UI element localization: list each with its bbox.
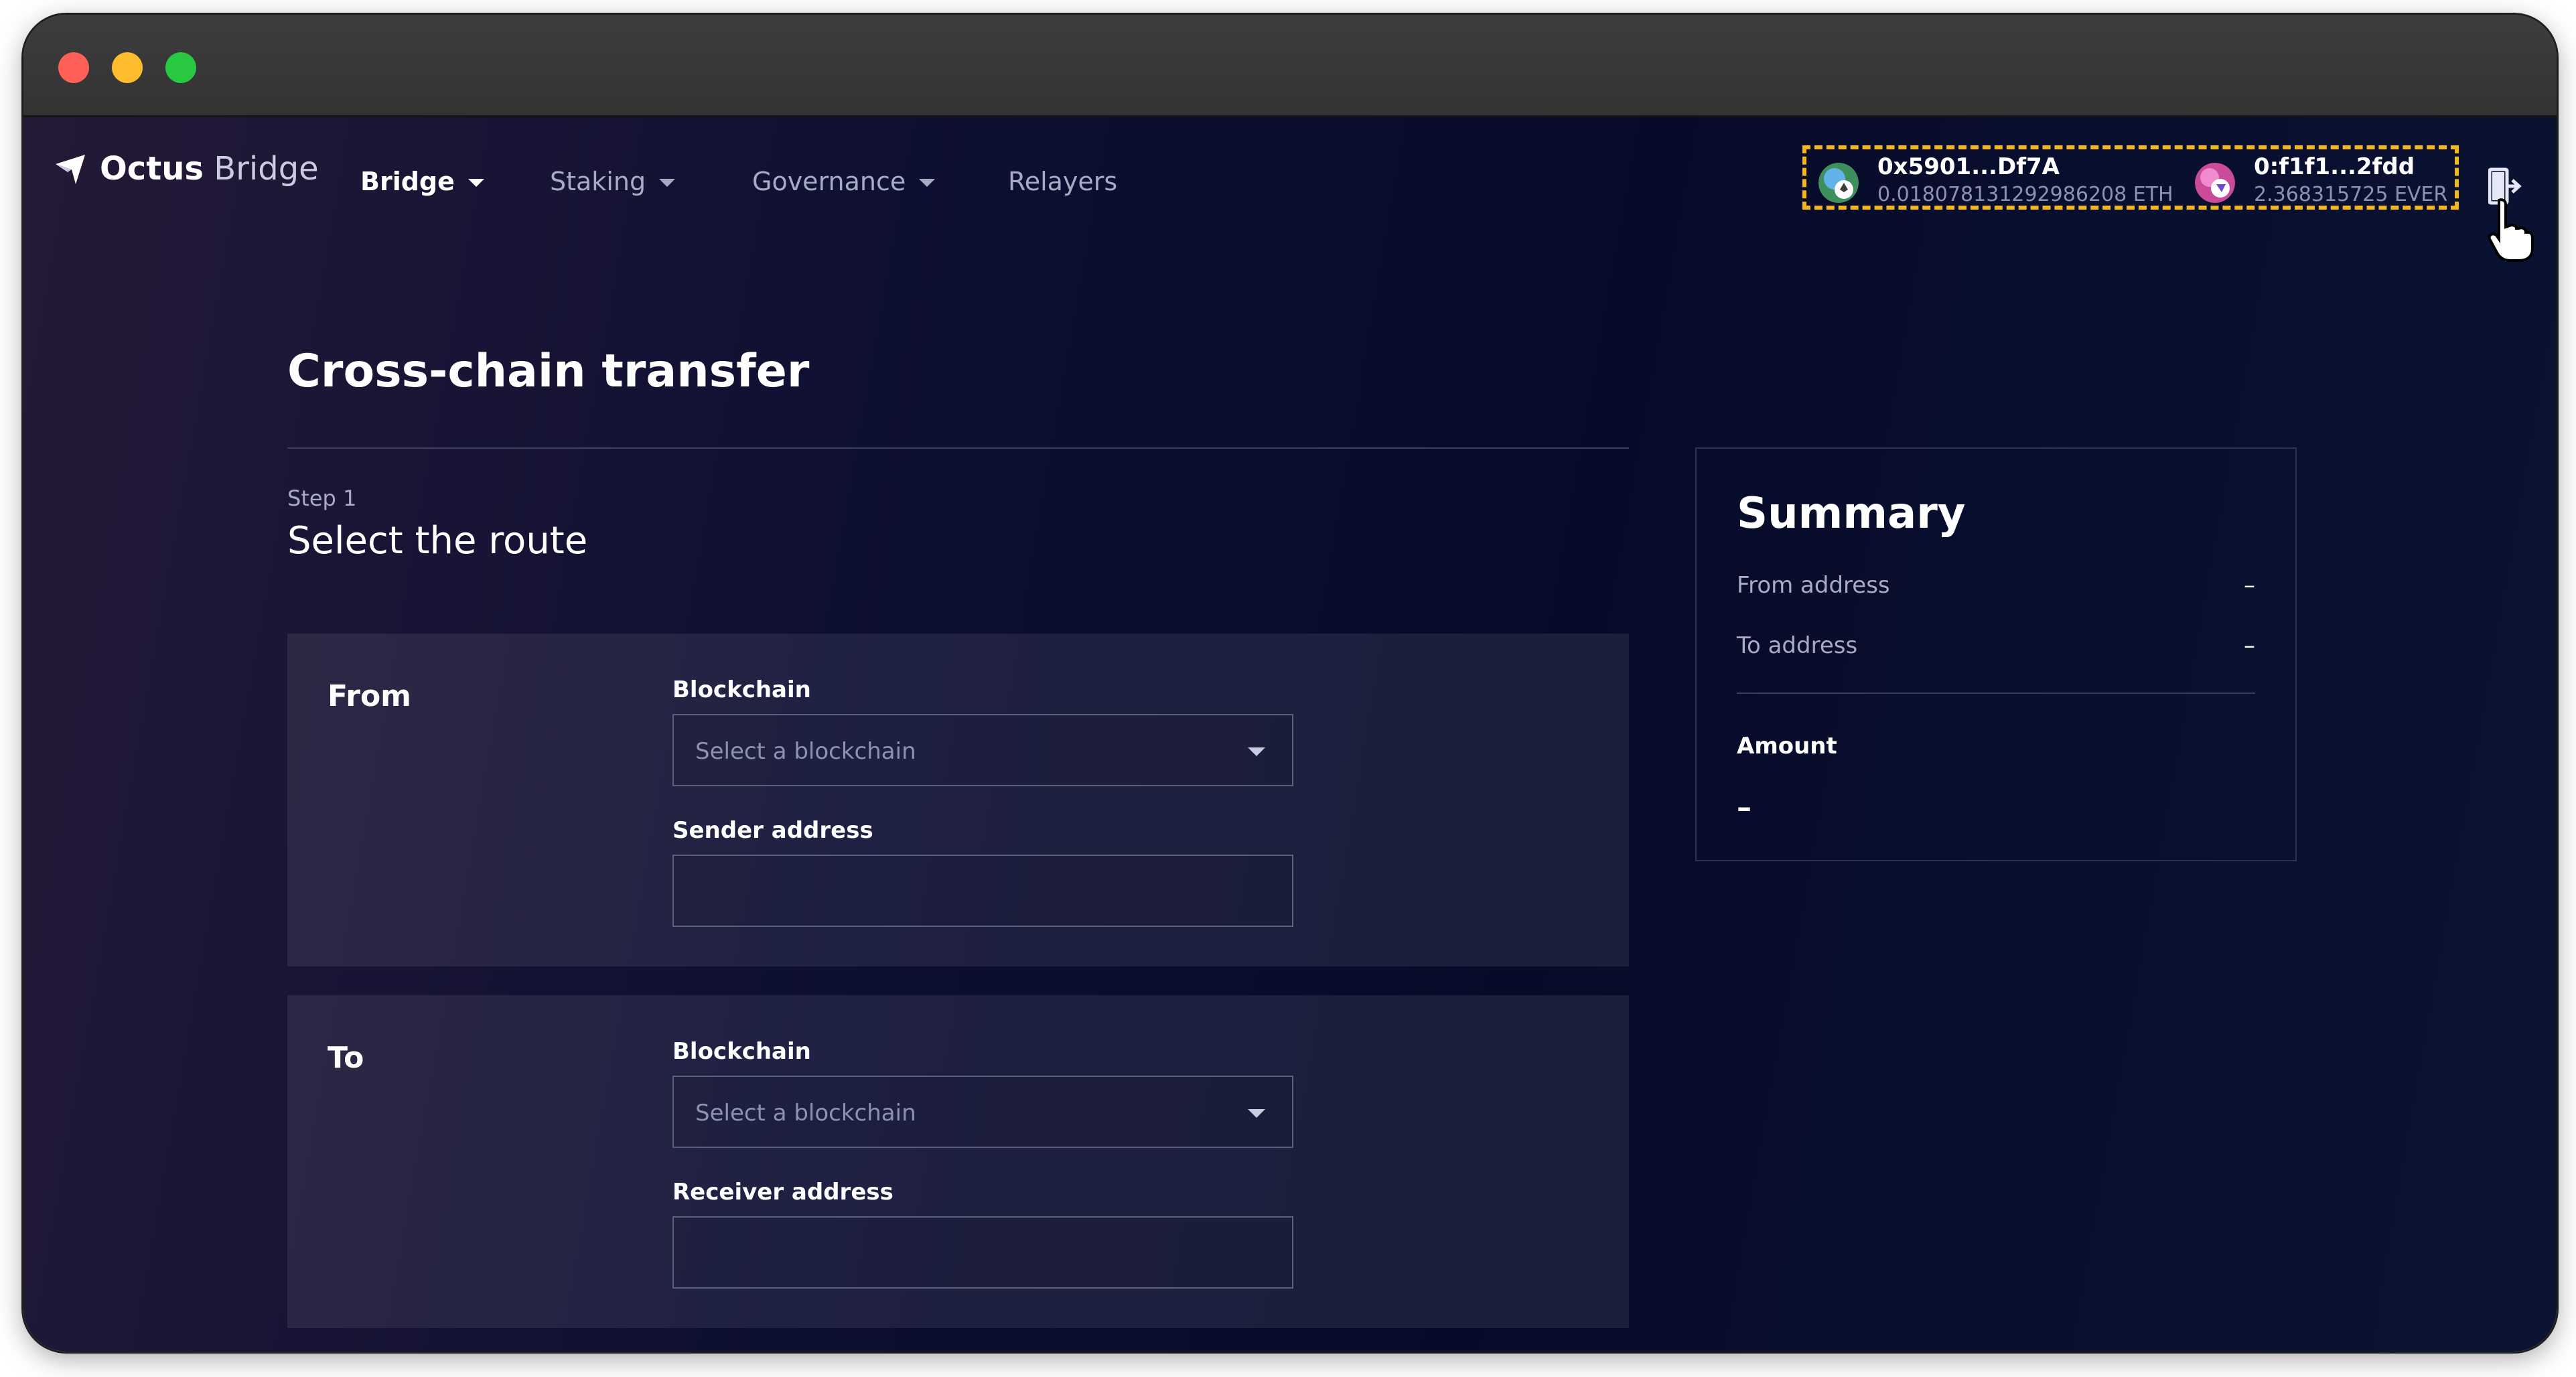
evm-wallet-balance: 0.018078131292986208 ETH xyxy=(1877,183,2173,206)
summary-to-address-value: – xyxy=(2244,632,2255,659)
chevron-down-icon xyxy=(1248,747,1265,756)
octus-logo-icon xyxy=(56,155,85,184)
connected-wallets: 0x5901...Df7A 0.018078131292986208 ETH 0… xyxy=(1802,145,2459,210)
window-titlebar xyxy=(23,15,2557,117)
evm-wallet[interactable]: 0x5901...Df7A 0.018078131292986208 ETH xyxy=(1818,153,2173,207)
nav-bridge[interactable]: Bridge xyxy=(360,167,484,196)
summary-divider xyxy=(1737,693,2255,694)
nav-bridge-label: Bridge xyxy=(360,167,455,196)
main-content: Cross-chain transfer Step 1 Select the r… xyxy=(23,204,2557,1352)
summary-title: Summary xyxy=(1737,489,1966,538)
from-blockchain-select[interactable]: Select a blockchain xyxy=(672,714,1293,786)
to-blockchain-label: Blockchain xyxy=(672,1038,811,1065)
step-label: Step 1 xyxy=(287,486,357,511)
summary-card: Summary From address – To address – Amou… xyxy=(1695,447,2297,861)
chevron-down-icon xyxy=(659,179,676,187)
to-panel-title: To xyxy=(328,1041,364,1075)
step-title: Select the route xyxy=(287,519,588,563)
title-divider xyxy=(287,447,1629,449)
ever-wallet-balance: 2.368315725 EVER xyxy=(2254,183,2448,206)
everscale-wallet-icon xyxy=(2195,163,2235,203)
nav-staking-label: Staking xyxy=(550,167,646,196)
sender-address-input[interactable] xyxy=(672,855,1293,927)
sender-address-label: Sender address xyxy=(672,817,873,844)
chevron-down-icon xyxy=(919,179,936,187)
nav-relayers-label: Relayers xyxy=(1008,167,1118,196)
summary-from-address-value: – xyxy=(2244,572,2255,599)
summary-amount-value: – xyxy=(1737,790,1751,824)
minimize-window-button[interactable] xyxy=(112,52,143,83)
from-panel: From Blockchain Select a blockchain Send… xyxy=(287,634,1629,966)
evm-wallet-address: 0x5901...Df7A xyxy=(1877,153,2060,180)
browser-window: Octus Bridge Bridge Staking Governance R… xyxy=(23,15,2557,1352)
ever-wallet-address: 0:f1f1...2fdd xyxy=(2254,153,2415,180)
summary-to-address: To address – xyxy=(1737,632,2255,662)
receiver-address-input[interactable] xyxy=(672,1216,1293,1289)
nav-staking[interactable]: Staking xyxy=(550,167,676,196)
to-blockchain-select[interactable]: Select a blockchain xyxy=(672,1076,1293,1148)
to-panel: To Blockchain Select a blockchain Receiv… xyxy=(287,995,1629,1328)
receiver-address-label: Receiver address xyxy=(672,1179,893,1206)
summary-from-address-label: From address xyxy=(1737,572,1890,599)
from-panel-title: From xyxy=(328,679,412,713)
to-blockchain-placeholder: Select a blockchain xyxy=(695,1100,916,1127)
chevron-down-icon xyxy=(1248,1109,1265,1118)
app-logo[interactable]: Octus Bridge xyxy=(53,150,319,188)
app-brand: Octus Bridge xyxy=(100,150,319,188)
close-window-button[interactable] xyxy=(58,52,89,83)
from-blockchain-placeholder: Select a blockchain xyxy=(695,738,916,765)
ever-wallet[interactable]: 0:f1f1...2fdd 2.368315725 EVER xyxy=(2195,153,2449,207)
nav-governance-label: Governance xyxy=(752,167,906,196)
summary-from-address: From address – xyxy=(1737,572,2255,601)
page-title: Cross-chain transfer xyxy=(287,345,810,398)
from-blockchain-label: Blockchain xyxy=(672,676,811,703)
ethereum-wallet-icon xyxy=(1818,163,1859,203)
chevron-down-icon xyxy=(468,179,484,187)
summary-amount-label: Amount xyxy=(1737,733,1837,759)
maximize-window-button[interactable] xyxy=(165,52,196,83)
top-navigation: Octus Bridge Bridge Staking Governance R… xyxy=(23,117,2557,262)
nav-relayers[interactable]: Relayers xyxy=(1008,167,1117,196)
nav-governance[interactable]: Governance xyxy=(752,167,936,196)
summary-to-address-label: To address xyxy=(1737,632,1858,659)
